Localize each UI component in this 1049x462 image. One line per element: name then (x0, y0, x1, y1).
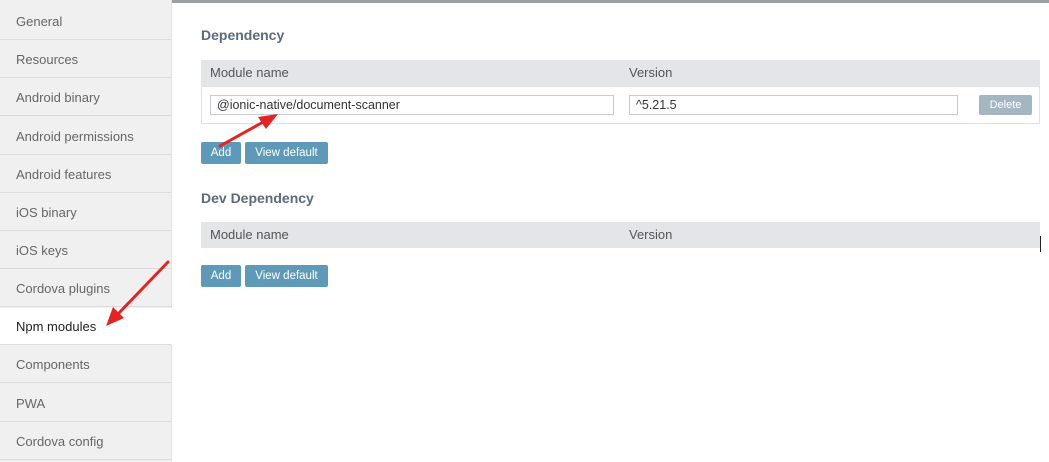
view-default-dependency-button[interactable]: View default (245, 142, 328, 164)
sidebar: General Resources Android binary Android… (0, 0, 172, 462)
sidebar-item-android-permissions[interactable]: Android permissions (0, 118, 171, 155)
sidebar-item-android-binary[interactable]: Android binary (0, 79, 171, 116)
sidebar-item-general[interactable]: General (0, 3, 171, 40)
sidebar-item-pwa[interactable]: PWA (0, 385, 171, 422)
sidebar-item-resources[interactable]: Resources (0, 41, 171, 78)
add-dependency-button[interactable]: Add (201, 142, 241, 164)
text-cursor (1040, 236, 1041, 252)
column-header-module-name: Module name (210, 65, 289, 80)
column-header-version: Version (629, 227, 673, 242)
dependency-title: Dependency (201, 27, 285, 43)
dependency-table-header: Module name Version (201, 60, 1040, 86)
sidebar-item-cordova-config[interactable]: Cordova config (0, 423, 171, 460)
column-header-version: Version (629, 65, 673, 80)
dev-dependency-title: Dev Dependency (201, 190, 314, 206)
sidebar-item-android-features[interactable]: Android features (0, 156, 171, 193)
sidebar-item-ios-keys[interactable]: iOS keys (0, 232, 171, 269)
add-dev-dependency-button[interactable]: Add (201, 265, 241, 287)
version-input[interactable]: ^5.21.5 (629, 95, 958, 115)
sidebar-item-ios-binary[interactable]: iOS binary (0, 194, 171, 231)
module-name-input[interactable]: @ionic-native/document-scanner (210, 95, 614, 115)
dev-dependency-table-header: Module name Version (201, 222, 1040, 248)
top-border-strip (80, 0, 1049, 3)
view-default-dev-dependency-button[interactable]: View default (245, 265, 328, 287)
column-header-module-name: Module name (210, 227, 289, 242)
sidebar-item-components[interactable]: Components (0, 346, 171, 383)
sidebar-item-npm-modules[interactable]: Npm modules (0, 308, 172, 345)
delete-button[interactable]: Delete (979, 95, 1032, 115)
sidebar-item-cordova-plugins[interactable]: Cordova plugins (0, 270, 171, 307)
